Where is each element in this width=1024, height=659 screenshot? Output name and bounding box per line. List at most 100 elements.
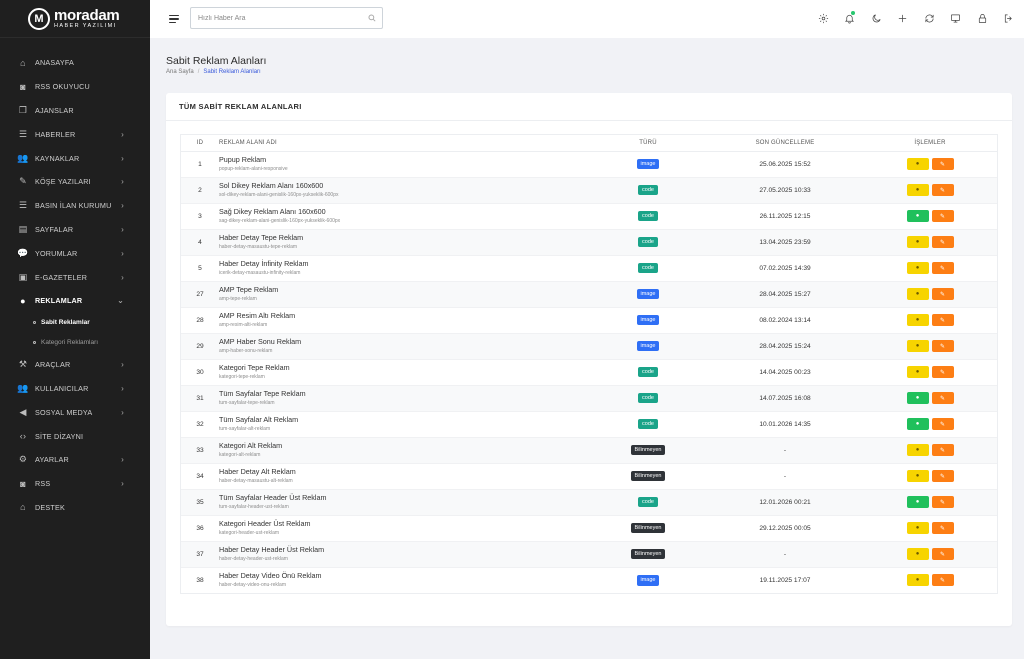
edit-button[interactable]: ✎ (931, 366, 954, 378)
sidebar-item-label: RSS (35, 479, 51, 489)
sidebar-item-label: YORUMLAR (35, 248, 78, 258)
edit-button[interactable]: ✎ (931, 392, 954, 404)
sidebar-item-si-te-di-zayni[interactable]: ‹› SİTE DİZAYNI (0, 424, 150, 448)
view-button[interactable]: ● (906, 470, 929, 482)
row-updated: 10.01.2026 14:35 (707, 411, 863, 438)
sidebar-item-e-gazeteler[interactable]: ▣ E-GAZETELER › (0, 265, 150, 289)
sidebar-item-araçlar[interactable]: ⚒ ARAÇLAR › (0, 353, 150, 377)
chevron-right-icon: › (121, 201, 124, 211)
search-input[interactable] (191, 8, 362, 28)
list-icon: ☰ (18, 128, 28, 139)
table-row: 28 AMP Resim Altı Reklam amp-resim-alti-re… (181, 307, 997, 334)
edit-button[interactable]: ✎ (931, 548, 954, 560)
edit-button[interactable]: ✎ (931, 184, 954, 196)
view-button[interactable]: ● (906, 548, 929, 560)
sidebar-item-kaynaklar[interactable]: 👥 KAYNAKLAR › (0, 146, 150, 170)
view-button[interactable]: ● (906, 262, 929, 274)
menu-toggle-icon[interactable] (169, 12, 183, 26)
view-button[interactable]: ● (906, 574, 929, 587)
sidebar-item-label: KULLANICILAR (35, 383, 89, 393)
sidebar-item-basin-i-lan-kurumu[interactable]: ☰ BASIN İLAN KURUMU › (0, 194, 150, 218)
lock-icon[interactable] (975, 11, 990, 26)
edit-button[interactable]: ✎ (931, 470, 954, 482)
search-icon[interactable] (362, 8, 382, 28)
sidebar-item-destek[interactable]: ⌂ DESTEK (0, 496, 150, 520)
edit-button[interactable]: ✎ (931, 158, 954, 170)
bell-icon[interactable] (842, 11, 857, 26)
sidebar-item-yorumlar[interactable]: 💬 YORUMLAR › (0, 241, 150, 265)
logout-icon[interactable] (1001, 11, 1016, 26)
users-icon: 👥 (17, 152, 29, 163)
sidebar-item-anasayfa[interactable]: ⌂ ANASAYFA (0, 51, 150, 75)
type-badge: code (638, 236, 658, 248)
view-button[interactable]: ● (906, 522, 929, 534)
sidebar-item-rss-okuyucu[interactable]: ◙ RSS OKUYUCU (0, 75, 150, 99)
view-button[interactable]: ● (906, 392, 929, 404)
edit-button[interactable]: ✎ (931, 262, 954, 274)
edit-button[interactable]: ✎ (931, 288, 954, 300)
brand-name: moradam (54, 6, 120, 24)
row-actions: ● ✎ (863, 359, 997, 386)
sidebar-item-reklamlar[interactable]: ● REKLAMLAR ⌄ (0, 289, 150, 313)
col-updated[interactable]: SON GÜNCELLEME (707, 135, 863, 152)
moon-icon[interactable] (869, 11, 884, 26)
row-updated: 08.02.2024 13:14 (707, 307, 863, 334)
users-icon: 👥 (17, 382, 29, 393)
view-button[interactable]: ● (906, 158, 929, 170)
edit-button[interactable]: ✎ (931, 574, 954, 587)
edit-button[interactable]: ✎ (931, 444, 954, 456)
sidebar-item-sayfalar[interactable]: ▤ SAYFALAR › (0, 218, 150, 242)
eye-icon: ● (915, 161, 920, 167)
sidebar-subitem-label: Sabit Reklamlar (41, 319, 90, 327)
col-id[interactable]: ID (181, 135, 219, 152)
tools-icon: ⚒ (18, 359, 28, 370)
view-button[interactable]: ● (906, 236, 929, 248)
sidebar-item-label: AYARLAR (35, 455, 69, 465)
view-button[interactable]: ● (906, 418, 929, 430)
eye-icon: ● (915, 473, 920, 479)
plus-icon[interactable] (895, 11, 910, 26)
sidebar-item-ayarlar[interactable]: ⚙ AYARLAR › (0, 448, 150, 472)
view-button[interactable]: ● (906, 210, 929, 222)
monitor-icon[interactable] (948, 11, 963, 26)
ad-area-slug: icerik-detay-masaustu-infinity-reklam (219, 269, 301, 276)
row-updated: - (707, 463, 863, 490)
edit-button[interactable]: ✎ (931, 210, 954, 222)
breadcrumb-current: Sabit Reklam Alanları (203, 69, 261, 75)
view-button[interactable]: ● (906, 340, 929, 352)
gear-icon[interactable] (816, 11, 831, 26)
eye-icon: ● (915, 525, 920, 531)
sidebar: M moradam HABER YAZILIMI ⌂ ANASAYFA ◙ RSS O… (0, 0, 150, 659)
edit-button[interactable]: ✎ (931, 340, 954, 352)
table-row: 29 AMP Haber Sonu Reklam amp-haber-sonu-re… (181, 333, 997, 360)
edit-button[interactable]: ✎ (931, 496, 954, 508)
edit-button[interactable]: ✎ (931, 236, 954, 248)
view-button[interactable]: ● (906, 288, 929, 300)
sidebar-item-haberler[interactable]: ☰ HABERLER › (0, 122, 150, 146)
refresh-icon[interactable] (922, 11, 937, 26)
view-button[interactable]: ● (906, 444, 929, 456)
col-type[interactable]: TÜRÜ (589, 135, 707, 152)
sidebar-item-sosyal-medya[interactable]: ◀ SOSYAL MEDYA › (0, 400, 150, 424)
eye-icon: ● (915, 343, 920, 349)
sidebar-item-köşe-yazilari[interactable]: ✎ KÖŞE YAZILARI › (0, 170, 150, 194)
chevron-down-icon: ⌄ (117, 296, 124, 306)
sidebar-item-rss[interactable]: ◙ RSS › (0, 472, 150, 496)
sidebar-subitem[interactable]: Sabit Reklamlar (0, 313, 150, 333)
edit-button[interactable]: ✎ (931, 418, 954, 430)
pages-icon: ▤ (18, 223, 28, 234)
sidebar-item-label: SOSYAL MEDYA (35, 407, 93, 417)
view-button[interactable]: ● (906, 496, 929, 508)
view-button[interactable]: ● (906, 366, 929, 378)
edit-icon: ✎ (939, 291, 946, 298)
sidebar-subitem[interactable]: Kategori Reklamları (0, 333, 150, 353)
breadcrumb-home[interactable]: Ana Sayfa (166, 69, 194, 75)
col-name[interactable]: REKLAM ALANI ADI (219, 135, 589, 152)
sidebar-item-kullanicilar[interactable]: 👥 KULLANICILAR › (0, 377, 150, 401)
brand[interactable]: M moradam HABER YAZILIMI (0, 0, 150, 38)
view-button[interactable]: ● (906, 184, 929, 196)
sidebar-item-ajanslar[interactable]: ❐ AJANSLAR (0, 99, 150, 123)
edit-button[interactable]: ✎ (931, 522, 954, 534)
view-button[interactable]: ● (906, 314, 929, 326)
edit-button[interactable]: ✎ (931, 314, 954, 326)
